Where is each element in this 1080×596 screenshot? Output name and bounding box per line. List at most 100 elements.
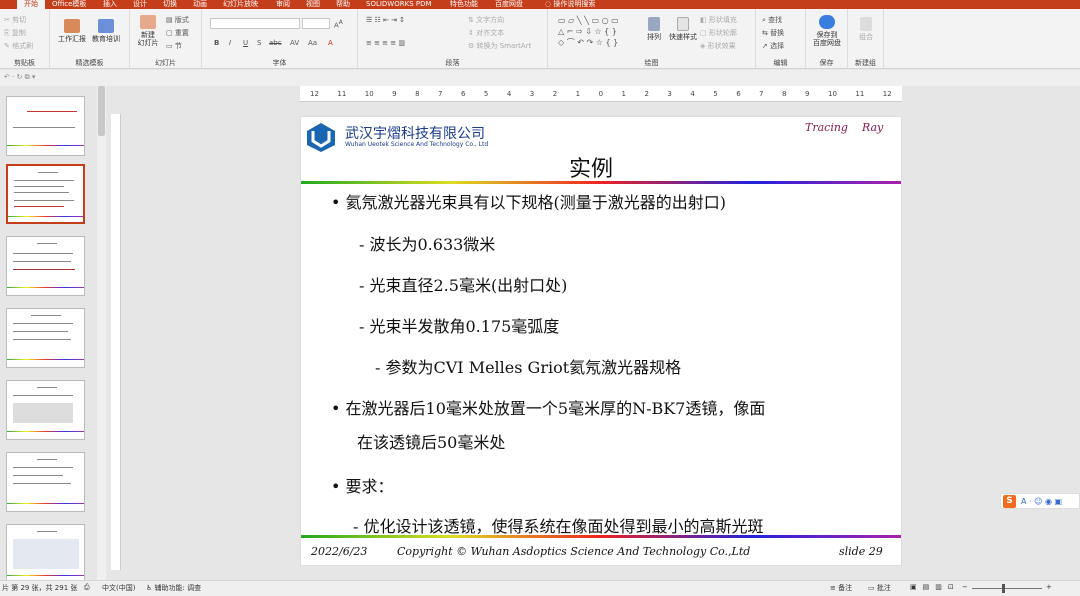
grow-font-icon[interactable]: AA [334,19,343,30]
spellcheck-icon[interactable]: ⎙ [84,583,90,592]
tab-view[interactable]: 视图 [306,0,320,9]
tab-slideshow[interactable]: 幻灯片放映 [223,0,258,9]
ruler-marks: 12 11 10 9 8 7 6 5 4 3 2 1 0 1 2 3 4 5 6 7 8 9 10 11 12 [300,86,902,98]
strikethrough-button[interactable]: abc [269,39,282,48]
combine-button[interactable]: 组合 [852,17,880,41]
replace-button[interactable]: ⇆ 替换 [762,29,784,38]
body-line: - 光束半发散角0.175毫弧度 [359,317,560,336]
tab-transitions[interactable]: 切换 [163,0,177,9]
section-icon: ▭ [166,42,173,50]
section-label: 节 [174,42,182,50]
tab-review[interactable]: 审阅 [276,0,290,9]
drawing-group-label: 绘图 [644,59,659,67]
tab-tell-me[interactable]: ◌ 操作说明搜索 [545,0,595,9]
tab-design[interactable]: 设计 [133,0,147,9]
undo-icon[interactable]: ↶ · ↻ ⧉ ▾ [4,73,35,82]
find-button[interactable]: ⌕ 查找 [762,16,782,25]
slide-canvas[interactable]: 武汉宇熠科技有限公司 Wuhan Ueotek Science And Tech… [300,116,902,566]
accessibility-indicator[interactable]: ♿ 辅助功能: 调查 [146,583,201,593]
tab-featured[interactable]: 特色功能 [450,0,478,9]
font-color-icon[interactable]: A [328,39,333,48]
thumbnail-slide[interactable] [6,380,85,440]
shape-outline-button[interactable]: ▢ 形状轮廓 [700,29,737,38]
tab-insert[interactable]: 插入 [103,0,117,9]
arrange-button[interactable]: 排列 [644,17,664,41]
ime-toolbar[interactable]: S A · ☺ ◉ ▣ [1000,493,1080,509]
tab-baidu-pan[interactable]: 百度网盘 [495,0,523,9]
align-text-button[interactable]: ⇕ 对齐文本 [468,29,504,38]
body-line: • 要求： [331,477,394,496]
layout-icon: ▤ [166,16,173,24]
vertical-ruler [111,114,121,570]
text-direction-button[interactable]: ⇅ 文字方向 [468,16,504,25]
tab-help[interactable]: 帮助 [336,0,350,9]
paragraph-group-label: 段落 [445,59,460,67]
ruler-tick-label: 11 [855,90,865,98]
group-paragraph: ☰ ☷ ⇤ ⇥ ↕ ≡ ≡ ≡ ≡ ▥ ⇅ 文字方向 ⇕ 对齐文本 ⚙ 转换为 … [358,9,548,69]
thumbnail-slide[interactable] [6,308,85,368]
quick-styles-button[interactable]: 快速样式 [668,17,698,41]
ruler-tick-label: 10 [364,90,374,98]
ruler-tick-label: 3 [529,90,535,98]
bold-button[interactable]: B [214,39,219,48]
new-group-label: 新建组 [855,59,876,67]
cursor-icon: ➚ [762,42,768,50]
char-spacing-button[interactable]: AV [290,39,299,48]
zoom-slider[interactable] [972,588,1042,589]
body-line: - 优化设计该透镜，使得系统在像面处得到最小的高斯光斑 [353,517,764,536]
shapes-gallery-row3[interactable]: ◇ ⌒ ↶ ↷ ☆ { } [558,38,618,47]
view-buttons[interactable]: ▣▤▥⊡ [910,583,960,591]
underline-button[interactable]: U [243,39,248,48]
thumbnail-slide[interactable] [6,236,85,296]
comments-button[interactable]: ▭ 批注 [868,583,891,593]
tab-solidworks-pdm[interactable]: SOLIDWORKS PDM [366,0,432,9]
zoom-out-icon[interactable]: − [962,583,968,591]
ruler-tick-label: 1 [575,90,581,98]
quick-access-bar: ↶ · ↻ ⧉ ▾ [0,70,1080,86]
align-icons[interactable]: ≡ ≡ ≡ ≡ ▥ [366,39,405,48]
tab-animations[interactable]: 动画 [193,0,207,9]
ruler-tick-label: 4 [690,90,695,98]
tab-home[interactable]: 开始 [17,0,45,9]
thumbnail-scrollbar[interactable] [97,86,106,580]
cut-button[interactable]: ✂ 剪切 [4,16,26,25]
footer-date: 2022/6/23 [311,545,368,558]
zoom-slider-thumb[interactable] [1002,584,1005,593]
layout-button[interactable]: ▤ 版式 [166,16,189,25]
shadow-button[interactable]: S [257,39,261,48]
combine-label: 组合 [859,33,873,41]
shapes-gallery-row2[interactable]: △ ⌐ ⇨ ⇩ ☆ { } [558,27,617,36]
thumbnail-slide-selected[interactable] [6,164,85,224]
italic-button[interactable]: I [229,39,231,48]
thumbnail-slide[interactable] [6,96,85,156]
font-size-input[interactable] [302,18,330,29]
notes-button[interactable]: ≡ 备注 [830,583,852,593]
smartart-label: 转换为 SmartArt [476,42,532,50]
section-button[interactable]: ▭ 节 [166,42,182,51]
thumbnail-slide[interactable] [6,524,85,584]
notes-icon: ≡ [830,584,839,592]
format-painter-button[interactable]: ✎ 格式刷 [4,42,33,51]
scissors-icon: ✂ [4,16,10,24]
shapes-gallery[interactable]: ▭ ▱ ╲ ╲ ▭ ○ ▭ [558,16,619,25]
new-slide-button[interactable]: 新建 幻灯片 [134,15,162,47]
bullets-icon[interactable]: ☰ ☷ ⇤ ⇥ ↕ [366,16,405,25]
copy-button[interactable]: ⎘ 复制 [4,29,26,38]
language-indicator[interactable]: 中文(中国) [102,583,135,593]
work-report-button[interactable]: 工作汇报 [58,19,86,43]
painter-label: 格式刷 [12,42,34,50]
scrollbar-thumb[interactable] [98,86,105,136]
tab-office-templates[interactable]: Office模板 [52,0,86,9]
change-case-button[interactable]: Aa [308,39,317,48]
reset-button[interactable]: ▢ 重置 [166,29,189,38]
smartart-button[interactable]: ⚙ 转换为 SmartArt [468,42,531,51]
select-button[interactable]: ➚ 选择 [762,42,784,51]
save-to-baidu-button[interactable]: 保存到 百度网盘 [810,15,844,47]
font-name-input[interactable] [210,18,300,29]
thumbnail-slide[interactable] [6,452,85,512]
zoom-in-icon[interactable]: + [1046,583,1052,591]
shape-fill-button[interactable]: ◧ 形状填充 [700,16,737,25]
shape-effect-button[interactable]: ◈ 形状效果 [700,42,736,51]
education-training-button[interactable]: 教育培训 [90,19,122,43]
templates-group-label: 精选模板 [75,59,104,67]
